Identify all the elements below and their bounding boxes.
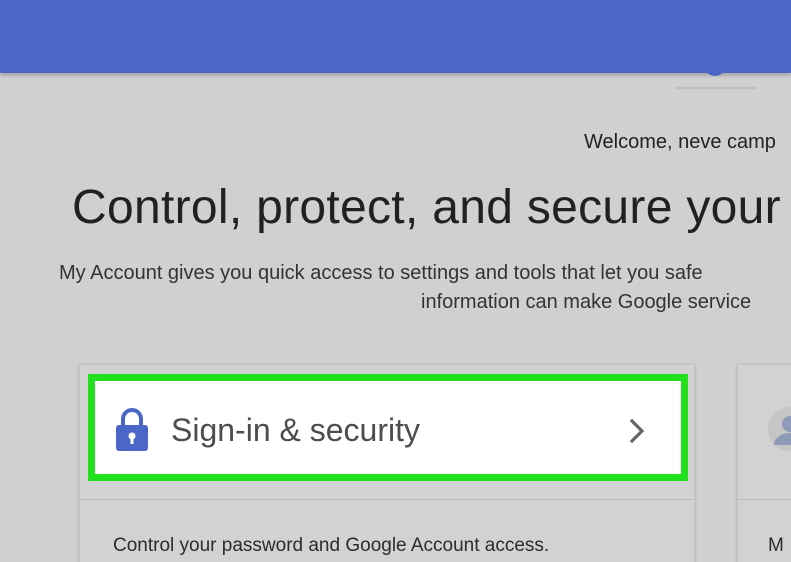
top-app-bar xyxy=(0,0,791,73)
chevron-right-icon[interactable] xyxy=(626,418,648,444)
lock-icon xyxy=(116,408,148,451)
card-divider xyxy=(79,499,693,500)
card-description: M xyxy=(768,535,784,556)
intro-text-line-2: information can make Google service xyxy=(421,291,752,313)
account-avatar-peek[interactable] xyxy=(676,64,756,94)
card-divider xyxy=(737,499,791,500)
person-icon xyxy=(768,407,791,451)
page: Welcome, neve camp Control, protect, and… xyxy=(0,0,791,562)
page-headline: Control, protect, and secure your xyxy=(72,181,781,234)
card-title: Sign-in & security xyxy=(171,412,420,448)
card-description: Control your password and Google Account… xyxy=(113,535,550,556)
personal-info-card xyxy=(737,364,791,562)
intro-text-line-1: My Account gives you quick access to set… xyxy=(59,262,703,284)
welcome-text: Welcome, neve camp xyxy=(584,131,776,153)
